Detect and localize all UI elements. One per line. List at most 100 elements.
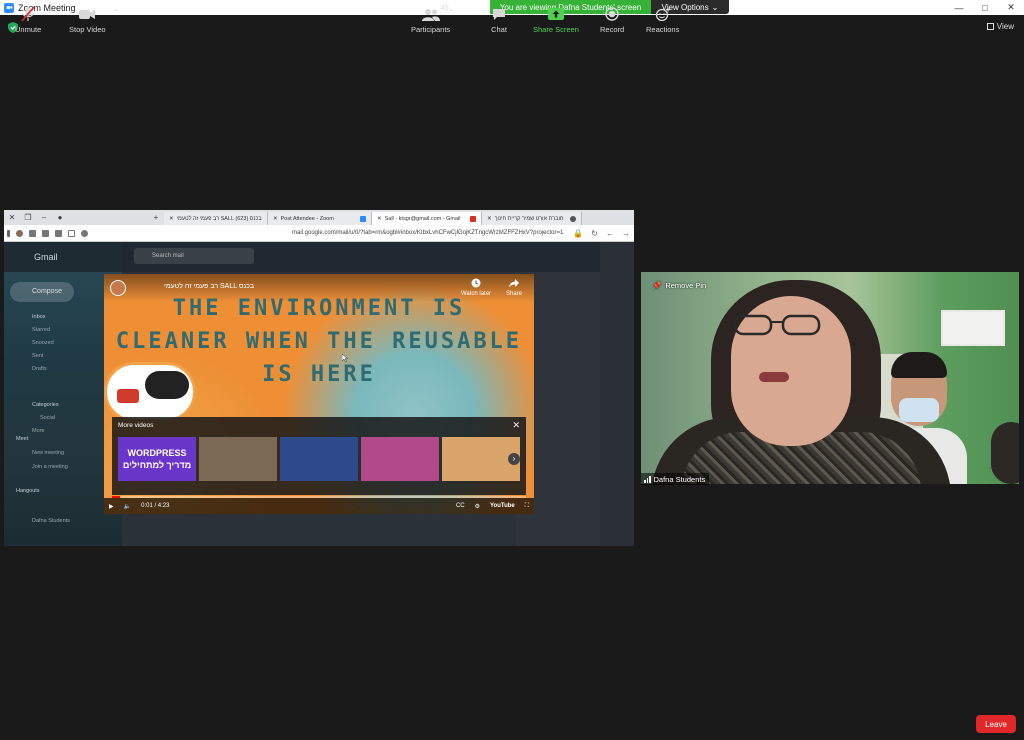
captions-icon[interactable]: CC — [456, 503, 465, 509]
video-thumbnail[interactable]: WORDPRESS מדריך למתחילים — [118, 437, 196, 481]
gmail-logo[interactable]: Gmail — [34, 252, 58, 262]
view-button[interactable]: View — [986, 22, 1014, 31]
sidebar-item-social[interactable]: Social — [40, 415, 55, 421]
browser-tab[interactable]: ✕ Sall - ktsgr@gmail.com - Gmail — [372, 212, 482, 225]
clock-icon — [471, 278, 481, 288]
lock-icon: 🔒 — [573, 228, 584, 238]
browser-tab[interactable]: ✕ חוברת אורט שמיר קריית חינוך — [482, 212, 582, 225]
join-meeting-link[interactable]: Join a meeting — [32, 464, 68, 470]
participants-button[interactable]: 45 Participants ˆ — [411, 5, 452, 34]
sidebar-item-sent[interactable]: Sent — [32, 353, 43, 359]
back-icon[interactable]: ← — [606, 229, 614, 238]
reading-list-icon[interactable] — [29, 229, 36, 237]
minimize-icon[interactable]: – — [36, 213, 52, 222]
gmail-header — [4, 242, 634, 272]
sidebar-item-more[interactable]: More — [32, 428, 45, 434]
record-button[interactable]: Record — [600, 6, 624, 34]
gmail-search-input[interactable]: Search mail — [134, 248, 254, 264]
close-icon[interactable]: ✕ — [512, 420, 520, 431]
youtube-player[interactable]: רב פעמי זה לטעמי SALL בכנס Watch later S… — [104, 274, 534, 514]
forward-icon[interactable]: → — [622, 229, 630, 238]
new-tab-icon[interactable]: + — [148, 213, 164, 222]
browser-tab[interactable]: ✕ Post Attendee - Zoom — [268, 212, 372, 225]
leave-button[interactable]: Leave — [976, 715, 1016, 733]
thumbnail-caption: WORDPRESS מדריך למתחילים — [122, 448, 192, 470]
smiley-plus-icon — [654, 6, 672, 22]
video-thumbnail[interactable] — [361, 437, 439, 481]
url-text[interactable]: mail.google.com/mail/u/0/?tab=rm&ogbl#in… — [292, 230, 563, 236]
hangouts-user[interactable]: Dafna Students — [32, 518, 70, 524]
share-screen-button[interactable]: Share Screen — [533, 6, 579, 34]
fullscreen-icon[interactable]: ⛶ — [525, 503, 529, 510]
close-icon[interactable]: ✕ — [4, 213, 20, 222]
compose-button[interactable]: Compose — [10, 282, 74, 302]
tab-label: Post Attendee - Zoom — [280, 215, 334, 222]
classroom-board — [941, 310, 1005, 346]
chevron-down-icon: ⌄ — [711, 2, 719, 12]
video-camera-icon — [78, 6, 96, 22]
kebab-menu-icon[interactable] — [7, 229, 10, 237]
video-thumbnail[interactable] — [280, 437, 358, 481]
restore-icon[interactable]: ❐ — [20, 213, 36, 222]
tab-label: רב פעמי זה לטעמי SALL בכנס (623) — [176, 215, 262, 222]
share-screen-label: Share Screen — [533, 25, 579, 34]
video-headline-line: THE ENVIRONMENT IS — [172, 296, 466, 321]
extension-icon[interactable] — [55, 229, 62, 237]
sidebar-item-inbox[interactable]: Inbox — [32, 314, 45, 320]
participants-icon — [421, 6, 440, 22]
star-icon[interactable] — [68, 229, 75, 237]
record-icon — [603, 6, 621, 22]
close-tab-icon[interactable]: ✕ — [377, 216, 382, 222]
chevron-up-icon[interactable]: ˆ — [450, 10, 452, 17]
new-meeting-link[interactable]: New meeting — [32, 450, 64, 456]
view-label: View — [996, 22, 1014, 31]
settings-gear-icon[interactable]: ⚙ — [475, 503, 480, 510]
profile-avatar[interactable] — [16, 229, 23, 237]
stop-video-button[interactable]: Stop Video ˆ — [69, 6, 118, 34]
chevron-right-icon[interactable]: › — [508, 453, 520, 465]
chrome-menu-icon[interactable]: ● — [52, 213, 68, 222]
watch-later-button[interactable]: Watch later — [458, 278, 494, 297]
chevron-up-icon[interactable]: ˆ — [51, 10, 53, 17]
remove-pin-label: Remove Pin — [665, 281, 707, 290]
share-video-button[interactable]: Share — [502, 278, 526, 297]
reactions-button[interactable]: Reactions — [646, 6, 679, 34]
play-icon[interactable]: ▶ — [109, 503, 114, 510]
minimize-icon[interactable]: — — [946, 0, 972, 15]
video-title[interactable]: רב פעמי זה לטעמי SALL בכנס — [164, 283, 324, 290]
meeting-toolbar — [0, 704, 1024, 740]
record-label: Record — [600, 25, 625, 34]
youtube-logo[interactable]: YouTube — [490, 503, 515, 509]
browser-tab[interactable]: ✕ רב פעמי זה לטעמי SALL בכנס (623) — [164, 212, 268, 225]
participants-label: Participants — [411, 25, 451, 34]
channel-avatar[interactable] — [110, 280, 126, 296]
chat-button[interactable]: Chat — [490, 6, 508, 34]
more-videos-label: More videos — [118, 422, 154, 429]
muted-microphone-icon — [19, 6, 37, 22]
extensions-icon[interactable] — [42, 229, 49, 237]
window-controls: — □ ✕ — [946, 0, 1024, 15]
close-icon[interactable]: ✕ — [998, 0, 1024, 15]
zoom-favicon-icon — [360, 215, 366, 222]
sidebar-item-drafts[interactable]: Drafts — [32, 366, 47, 372]
unmute-button[interactable]: Unmute ˆ — [15, 6, 53, 34]
sidebar-item-starred[interactable]: Starred — [32, 327, 50, 333]
sidebar-item-snoozed[interactable]: Snoozed — [32, 340, 54, 346]
sidebar-item-categories[interactable]: Categories — [32, 402, 59, 408]
eye-icon[interactable] — [81, 229, 88, 237]
gmail-side-panel — [600, 242, 634, 546]
maximize-icon[interactable]: □ — [972, 0, 998, 15]
close-tab-icon[interactable]: ✕ — [487, 216, 492, 222]
participant-video-tile[interactable] — [641, 272, 1019, 484]
close-tab-icon[interactable]: ✕ — [169, 216, 174, 222]
share-arrow-icon — [509, 279, 519, 288]
zoom-meeting-window: Zoom Meeting — □ ✕ You are viewing Dafna… — [0, 0, 1024, 740]
speech-bubble-icon — [145, 371, 189, 399]
volume-icon[interactable]: 🔈 — [124, 503, 131, 510]
unmute-label: Unmute — [15, 25, 42, 34]
reload-icon[interactable]: ↻ — [591, 229, 598, 238]
remove-pin-button[interactable]: 📌 Remove Pin — [652, 281, 706, 290]
close-tab-icon[interactable]: ✕ — [273, 216, 278, 222]
video-thumbnail[interactable] — [199, 437, 277, 481]
chevron-up-icon[interactable]: ˆ — [115, 10, 117, 17]
